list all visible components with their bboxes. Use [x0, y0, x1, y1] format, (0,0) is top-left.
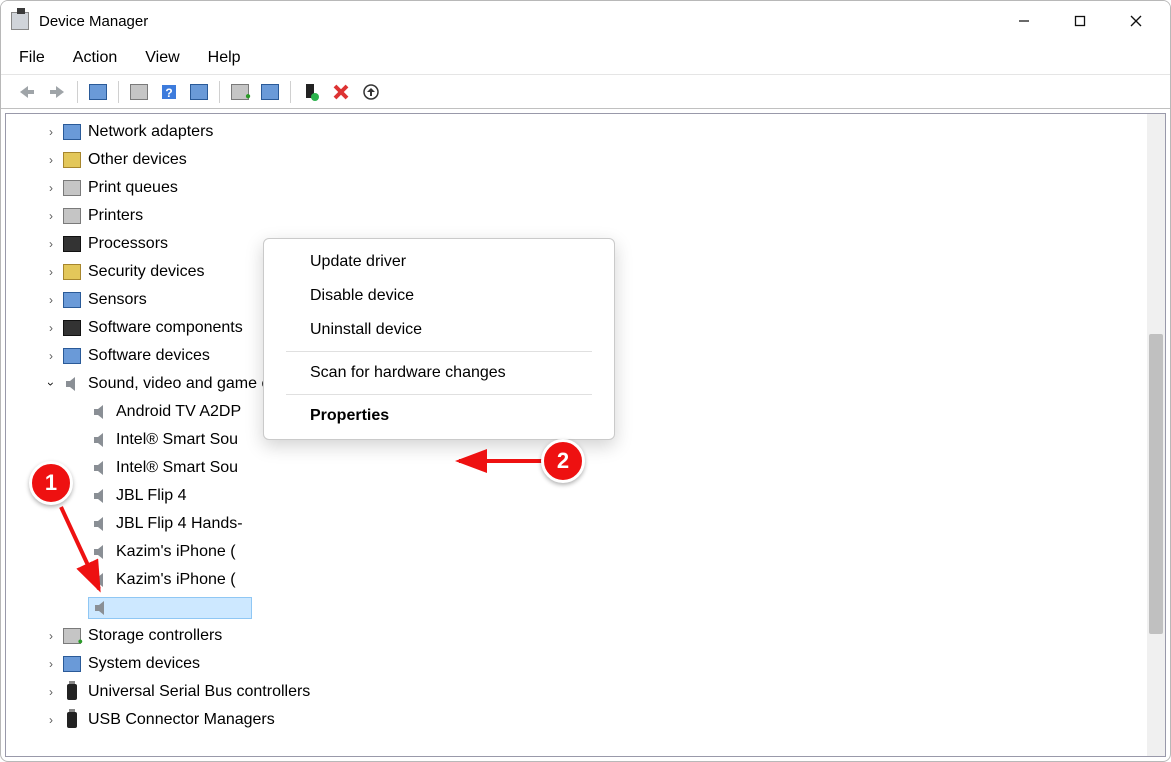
separator [219, 81, 220, 103]
printer-icon [62, 207, 82, 225]
content-area: ›Network adapters ›Other devices ›Print … [5, 113, 1166, 757]
add-legacy-button[interactable] [357, 79, 385, 105]
separator [118, 81, 119, 103]
chevron-right-icon[interactable]: › [42, 153, 60, 167]
software-icon [62, 319, 82, 337]
chevron-right-icon[interactable]: › [42, 181, 60, 195]
tree-child[interactable]: Kazim's iPhone ( [14, 566, 1139, 594]
window-controls [996, 1, 1164, 41]
chevron-right-icon[interactable]: › [42, 685, 60, 699]
speaker-icon [90, 459, 110, 477]
chevron-right-icon[interactable]: › [42, 713, 60, 727]
uninstall-button[interactable] [327, 79, 355, 105]
update-driver-button[interactable]: ● [226, 79, 254, 105]
security-icon [62, 263, 82, 281]
menu-uninstall-device[interactable]: Uninstall device [264, 313, 614, 347]
forward-button[interactable] [43, 79, 71, 105]
tree-item[interactable]: ›Printers [14, 202, 1139, 230]
scan-button[interactable] [256, 79, 284, 105]
chevron-right-icon[interactable]: › [42, 265, 60, 279]
chevron-right-icon[interactable]: › [42, 629, 60, 643]
chevron-right-icon[interactable]: › [42, 321, 60, 335]
chevron-down-icon[interactable]: › [44, 375, 58, 393]
scrollbar[interactable] [1147, 114, 1165, 756]
menu-view[interactable]: View [145, 49, 179, 67]
menu-file[interactable]: File [19, 49, 45, 67]
separator [77, 81, 78, 103]
help-button[interactable]: ? [155, 79, 183, 105]
usb-icon [62, 711, 82, 729]
usb-icon [62, 683, 82, 701]
menu-properties[interactable]: Properties [264, 399, 614, 433]
tree-child-selected[interactable] [14, 594, 1139, 622]
device-manager-window: Device Manager File Action View Help ? ● [0, 0, 1171, 762]
close-button[interactable] [1108, 1, 1164, 41]
speaker-icon [90, 487, 110, 505]
chevron-right-icon[interactable]: › [42, 293, 60, 307]
chevron-right-icon[interactable]: › [42, 209, 60, 223]
toolbar: ? ● [1, 75, 1170, 109]
view-button[interactable] [185, 79, 213, 105]
tree-child[interactable]: JBL Flip 4 Hands- [14, 510, 1139, 538]
separator [286, 394, 592, 395]
storage-icon: ● [62, 627, 82, 645]
menu-help[interactable]: Help [208, 49, 241, 67]
network-icon [62, 123, 82, 141]
tree-item[interactable]: ›Universal Serial Bus controllers [14, 678, 1139, 706]
device-tree[interactable]: ›Network adapters ›Other devices ›Print … [6, 114, 1147, 756]
speaker-icon [91, 599, 111, 617]
annotation-badge-1: 1 [29, 461, 73, 505]
speaker-icon [62, 375, 82, 393]
properties-button[interactable] [125, 79, 153, 105]
back-button[interactable] [13, 79, 41, 105]
show-hidden-button[interactable] [84, 79, 112, 105]
sensor-icon [62, 291, 82, 309]
speaker-icon [90, 515, 110, 533]
software-icon [62, 347, 82, 365]
maximize-button[interactable] [1052, 1, 1108, 41]
titlebar: Device Manager [1, 1, 1170, 41]
cpu-icon [62, 235, 82, 253]
enable-button[interactable] [297, 79, 325, 105]
svg-text:?: ? [165, 86, 172, 100]
context-menu: Update driver Disable device Uninstall d… [263, 238, 615, 440]
chevron-right-icon[interactable]: › [42, 125, 60, 139]
menu-scan-hardware[interactable]: Scan for hardware changes [264, 356, 614, 390]
tree-item[interactable]: ›USB Connector Managers [14, 706, 1139, 734]
speaker-icon [90, 403, 110, 421]
menu-update-driver[interactable]: Update driver [264, 245, 614, 279]
menu-disable-device[interactable]: Disable device [264, 279, 614, 313]
scroll-thumb[interactable] [1149, 334, 1163, 634]
tree-item[interactable]: ›Network adapters [14, 118, 1139, 146]
app-icon [11, 12, 29, 30]
chevron-right-icon[interactable]: › [42, 237, 60, 251]
tree-item[interactable]: ›System devices [14, 650, 1139, 678]
other-devices-icon [62, 151, 82, 169]
separator [290, 81, 291, 103]
tree-child[interactable]: JBL Flip 4 [14, 482, 1139, 510]
tree-item[interactable]: ›●Storage controllers [14, 622, 1139, 650]
window-title: Device Manager [39, 13, 148, 30]
selected-device[interactable] [88, 597, 252, 619]
minimize-button[interactable] [996, 1, 1052, 41]
tree-child[interactable]: Kazim's iPhone ( [14, 538, 1139, 566]
chevron-right-icon[interactable]: › [42, 657, 60, 671]
speaker-icon [90, 571, 110, 589]
annotation-badge-2: 2 [541, 439, 585, 483]
speaker-icon [90, 543, 110, 561]
system-icon [62, 655, 82, 673]
separator [286, 351, 592, 352]
chevron-right-icon[interactable]: › [42, 349, 60, 363]
menu-action[interactable]: Action [73, 49, 117, 67]
menubar: File Action View Help [1, 41, 1170, 75]
speaker-icon [90, 431, 110, 449]
tree-item[interactable]: ›Print queues [14, 174, 1139, 202]
tree-item[interactable]: ›Other devices [14, 146, 1139, 174]
printer-icon [62, 179, 82, 197]
